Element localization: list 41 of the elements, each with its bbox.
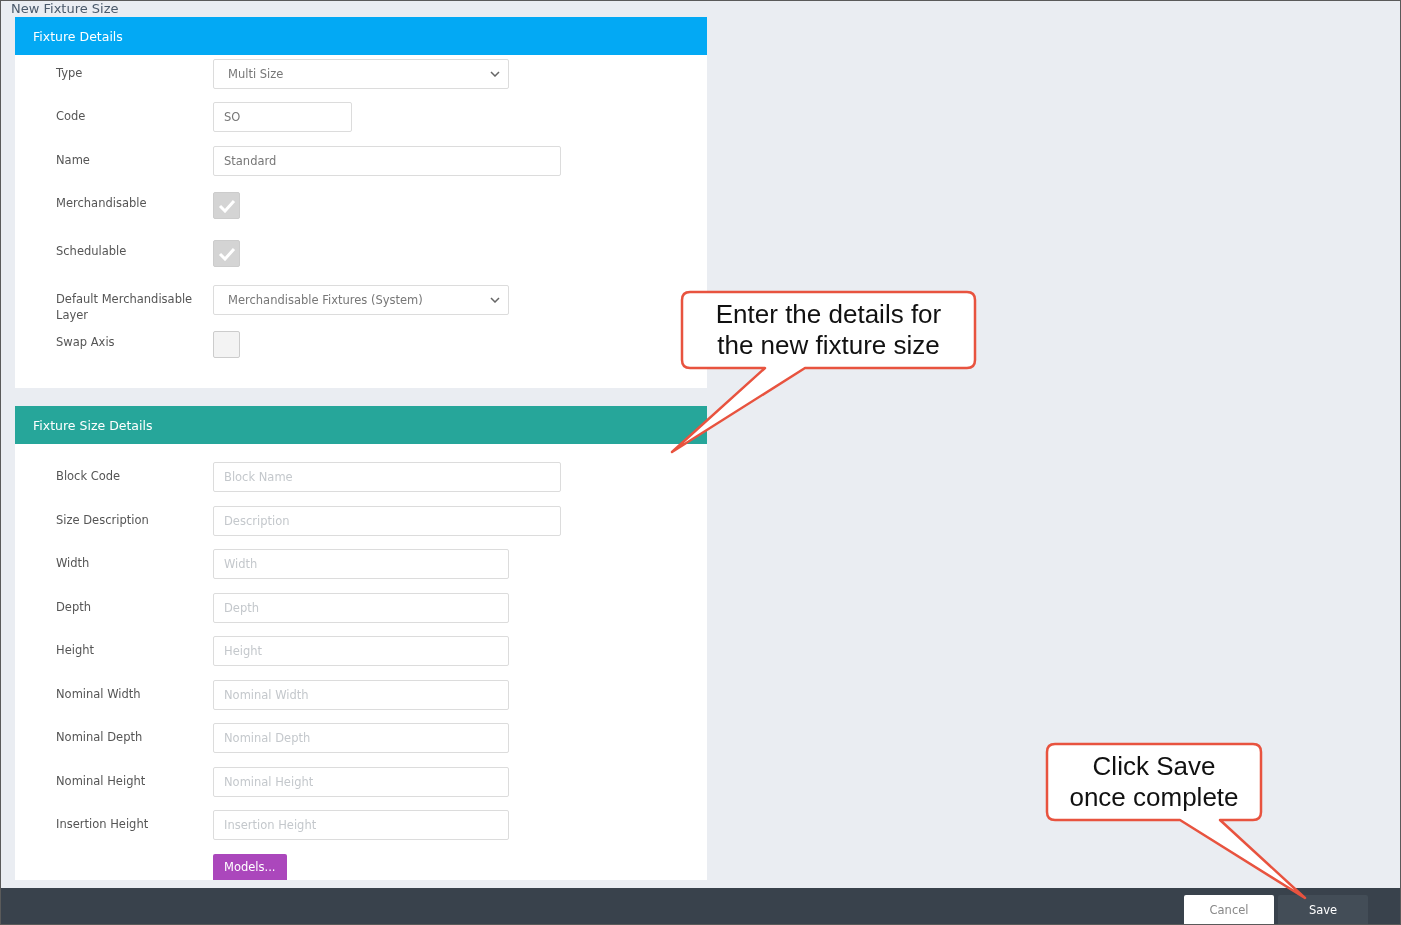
field-label: Width xyxy=(56,555,91,571)
field-label: Default Merchandisable Layer xyxy=(56,291,194,323)
field-label: Height xyxy=(56,642,95,658)
input-field[interactable]: Standard xyxy=(213,145,561,176)
dropdown[interactable]: Merchandisable Fixtures (System) xyxy=(213,285,509,315)
input-field[interactable]: Width xyxy=(213,549,509,579)
checkmark-icon xyxy=(217,198,236,213)
chevron-down-icon xyxy=(490,297,500,303)
field-label: Nominal Height xyxy=(56,772,147,789)
callout-text: Enter the details for the new fixture size xyxy=(714,298,943,362)
checkmark-icon xyxy=(217,246,236,261)
page-title: New Fixture Size xyxy=(11,1,120,17)
field-label: Depth xyxy=(56,598,93,615)
input-field[interactable]: Insertion Height xyxy=(213,810,509,840)
section-header: Fixture Size Details xyxy=(15,406,707,444)
field-label: Block Code xyxy=(56,468,122,484)
save-button[interactable]: Save xyxy=(1278,895,1368,924)
input-field[interactable]: SO xyxy=(213,102,352,132)
field-label: Schedulable xyxy=(56,243,128,259)
field-label: Merchandisable xyxy=(56,195,148,211)
input-field[interactable]: Block Name xyxy=(213,462,561,492)
dropdown[interactable]: Multi Size xyxy=(213,59,509,89)
field-label: Nominal Width xyxy=(56,685,142,702)
input-field[interactable]: Height xyxy=(213,636,509,666)
models-button[interactable]: Models... xyxy=(213,853,287,880)
input-field[interactable]: Nominal Width xyxy=(213,679,509,710)
chevron-down-icon xyxy=(490,71,500,77)
input-field[interactable]: Nominal Depth xyxy=(213,723,509,753)
input-field[interactable]: Depth xyxy=(213,592,509,623)
field-label: Nominal Depth xyxy=(56,729,144,745)
field-label: Insertion Height xyxy=(56,816,150,832)
field-label: Swap Axis xyxy=(56,334,116,350)
input-field[interactable]: Nominal Height xyxy=(213,766,509,797)
field-label: Name xyxy=(56,151,91,168)
section-header: Fixture Details xyxy=(15,17,707,55)
field-label: Type xyxy=(56,65,84,81)
cancel-button[interactable]: Cancel xyxy=(1184,895,1274,924)
callout-text: Click Save once complete xyxy=(1068,750,1240,814)
field-label: Code xyxy=(56,108,87,124)
field-label: Size Description xyxy=(56,511,150,528)
input-field[interactable]: Description xyxy=(213,505,561,536)
